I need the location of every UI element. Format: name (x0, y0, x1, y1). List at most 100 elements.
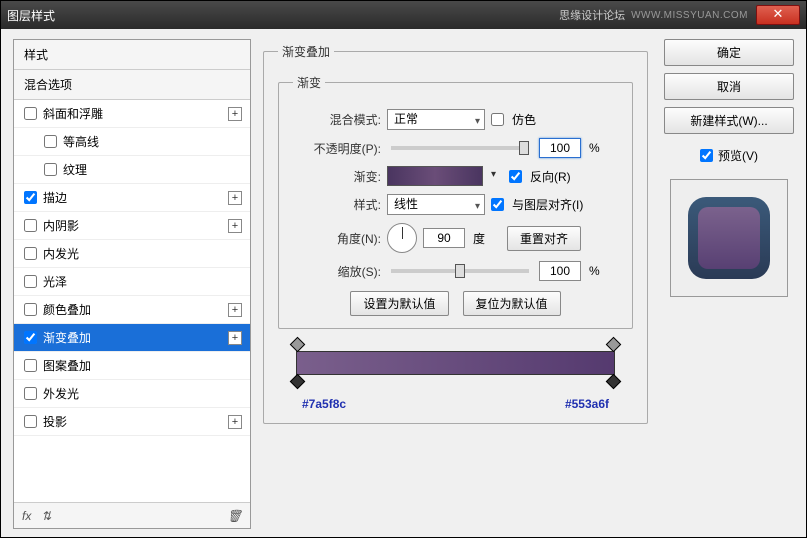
style-label: 外发光 (43, 385, 242, 402)
style-checkbox[interactable] (24, 107, 37, 120)
reverse-label: 反向(R) (530, 168, 571, 185)
blend-options-header[interactable]: 混合选项 (14, 70, 250, 100)
opacity-slider[interactable] (391, 146, 529, 150)
dither-checkbox[interactable] (491, 113, 504, 126)
opacity-input[interactable] (539, 138, 581, 158)
blend-mode-select[interactable]: 正常 (387, 109, 485, 130)
reverse-checkbox[interactable] (509, 170, 522, 183)
opacity-unit: % (589, 141, 600, 155)
hex-left: #7a5f8c (302, 397, 346, 411)
preview-icon (688, 197, 770, 279)
style-label: 内阴影 (43, 217, 228, 234)
style-label: 样式: (293, 196, 381, 213)
settings-panel: 渐变叠加 渐变 混合模式: 正常 仿色 不透明度(P): % (261, 39, 654, 529)
style-item-图案叠加[interactable]: 图案叠加 (14, 352, 250, 380)
style-checkbox[interactable] (24, 359, 37, 372)
style-item-颜色叠加[interactable]: 颜色叠加+ (14, 296, 250, 324)
fieldset-title: 渐变叠加 (278, 43, 334, 60)
add-instance-button[interactable]: + (228, 107, 242, 121)
cancel-button[interactable]: 取消 (664, 73, 794, 100)
close-button[interactable]: ✕ (756, 5, 800, 25)
dither-label: 仿色 (512, 111, 536, 128)
style-label: 光泽 (43, 273, 242, 290)
style-label: 投影 (43, 413, 228, 430)
ok-button[interactable]: 确定 (664, 39, 794, 66)
style-item-投影[interactable]: 投影+ (14, 408, 250, 436)
styles-list: 样式 混合选项 斜面和浮雕+等高线纹理描边+内阴影+内发光光泽颜色叠加+渐变叠加… (13, 39, 251, 529)
style-select[interactable]: 线性 (387, 194, 485, 215)
opacity-stop-left[interactable] (290, 337, 306, 353)
align-checkbox[interactable] (491, 198, 504, 211)
style-label: 内发光 (43, 245, 242, 262)
style-item-渐变叠加[interactable]: 渐变叠加+ (14, 324, 250, 352)
brand-text: 思缘设计论坛 (559, 7, 625, 23)
style-checkbox[interactable] (24, 275, 37, 288)
angle-input[interactable] (423, 228, 465, 248)
color-stop-right[interactable] (606, 374, 622, 390)
styles-header[interactable]: 样式 (14, 40, 250, 70)
style-label: 斜面和浮雕 (43, 105, 228, 122)
style-item-内发光[interactable]: 内发光 (14, 240, 250, 268)
hex-right: #553a6f (565, 397, 609, 411)
style-checkbox[interactable] (24, 219, 37, 232)
style-checkbox[interactable] (44, 135, 57, 148)
style-checkbox[interactable] (24, 303, 37, 316)
style-label: 颜色叠加 (43, 301, 228, 318)
style-checkbox[interactable] (44, 163, 57, 176)
add-instance-button[interactable]: + (228, 191, 242, 205)
preview-box (670, 179, 788, 297)
style-item-外发光[interactable]: 外发光 (14, 380, 250, 408)
style-item-纹理[interactable]: 纹理 (14, 156, 250, 184)
gradient-bar[interactable] (296, 351, 615, 375)
gradient-overlay-fieldset: 渐变叠加 渐变 混合模式: 正常 仿色 不透明度(P): % (263, 43, 648, 424)
titlebar: 图层样式 思缘设计论坛 WWW.MISSYUAN.COM ✕ (1, 1, 806, 29)
reset-align-button[interactable]: 重置对齐 (507, 226, 581, 251)
style-checkbox[interactable] (24, 331, 37, 344)
style-label: 等高线 (63, 133, 242, 150)
opacity-label: 不透明度(P): (293, 140, 381, 157)
fx-icon[interactable]: fx (22, 509, 31, 523)
scale-slider[interactable] (391, 269, 529, 273)
add-instance-button[interactable]: + (228, 219, 242, 233)
right-panel: 确定 取消 新建样式(W)... 预览(V) (664, 39, 794, 529)
styles-footer: fx ⇅ 🗑 (14, 502, 250, 528)
style-checkbox[interactable] (24, 247, 37, 260)
style-checkbox[interactable] (24, 387, 37, 400)
gradient-editor: #7a5f8c #553a6f (278, 351, 633, 411)
style-label: 渐变叠加 (43, 329, 228, 346)
add-instance-button[interactable]: + (228, 331, 242, 345)
style-label: 图案叠加 (43, 357, 242, 374)
style-checkbox[interactable] (24, 191, 37, 204)
reset-default-button[interactable]: 复位为默认值 (463, 291, 561, 316)
inner-title: 渐变 (293, 74, 325, 91)
angle-dial[interactable] (387, 223, 417, 253)
opacity-stop-right[interactable] (606, 337, 622, 353)
add-instance-button[interactable]: + (228, 303, 242, 317)
scale-input[interactable] (539, 261, 581, 281)
preview-label: 预览(V) (718, 147, 758, 164)
gradient-fieldset: 渐变 混合模式: 正常 仿色 不透明度(P): % 渐变: (278, 74, 633, 329)
gradient-swatch[interactable] (387, 166, 483, 186)
new-style-button[interactable]: 新建样式(W)... (664, 107, 794, 134)
style-item-内阴影[interactable]: 内阴影+ (14, 212, 250, 240)
brand-url: WWW.MISSYUAN.COM (631, 10, 748, 21)
align-label: 与图层对齐(I) (512, 196, 583, 213)
style-item-描边[interactable]: 描边+ (14, 184, 250, 212)
angle-unit: 度 (473, 230, 485, 247)
set-default-button[interactable]: 设置为默认值 (350, 291, 448, 316)
preview-icon-inner (698, 207, 760, 269)
style-item-光泽[interactable]: 光泽 (14, 268, 250, 296)
style-item-等高线[interactable]: 等高线 (14, 128, 250, 156)
style-checkbox[interactable] (24, 415, 37, 428)
preview-checkbox[interactable] (700, 149, 713, 162)
layer-style-dialog: 图层样式 思缘设计论坛 WWW.MISSYUAN.COM ✕ 样式 混合选项 斜… (0, 0, 807, 538)
style-label: 描边 (43, 189, 228, 206)
gradient-label: 渐变: (293, 168, 381, 185)
add-instance-button[interactable]: + (228, 415, 242, 429)
color-stop-left[interactable] (290, 374, 306, 390)
angle-label: 角度(N): (293, 230, 381, 247)
blend-mode-label: 混合模式: (293, 111, 381, 128)
style-item-斜面和浮雕[interactable]: 斜面和浮雕+ (14, 100, 250, 128)
trash-icon[interactable]: 🗑 (227, 509, 242, 523)
chevron-up-down-icon[interactable]: ⇅ (41, 509, 51, 523)
